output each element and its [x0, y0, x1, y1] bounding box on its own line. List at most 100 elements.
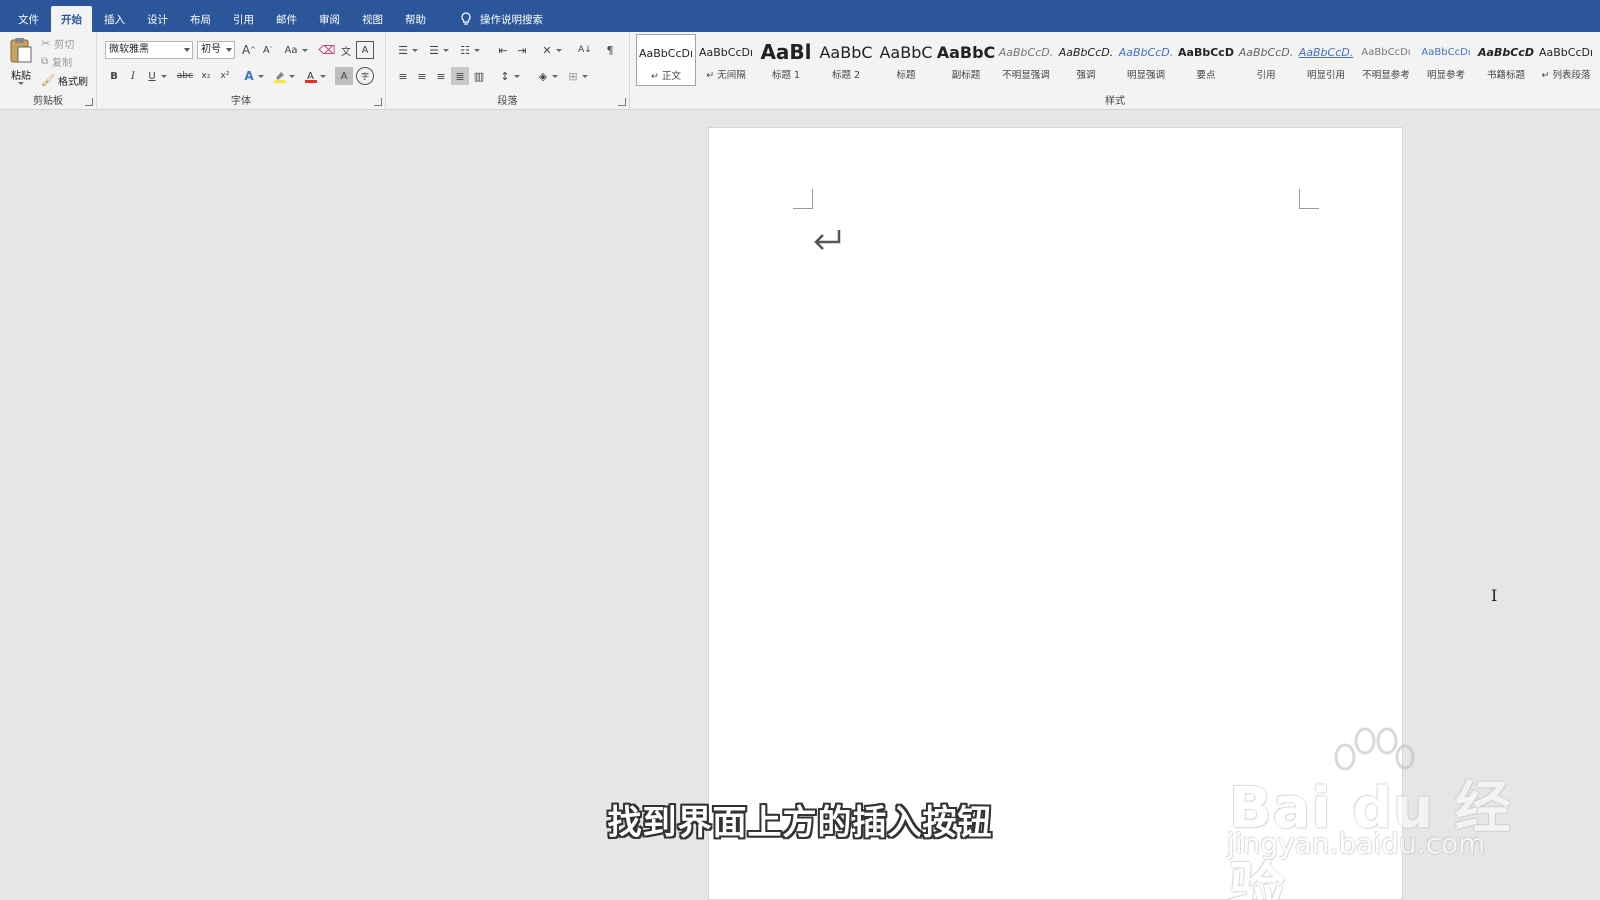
- format-painter-button[interactable]: 🖌 格式刷: [41, 73, 88, 88]
- tab-references[interactable]: 引用: [223, 6, 264, 32]
- phonetic-guide-button[interactable]: 文: [337, 41, 355, 59]
- cut-button[interactable]: ✂ 剪切: [41, 36, 74, 51]
- style-quote[interactable]: AaBbCcD. 引用: [1236, 34, 1296, 86]
- bullets-button[interactable]: ☰: [394, 41, 418, 59]
- tab-layout[interactable]: 布局: [180, 6, 221, 32]
- tab-insert[interactable]: 插入: [94, 6, 135, 32]
- style-preview: AaBbCcD.: [1238, 45, 1294, 59]
- font-group: 微软雅黑 初号 A ^ Aˇ Aa ⌫ 文 A B I U abc x₂ x² A…: [97, 32, 386, 110]
- bold-icon: B: [110, 70, 118, 82]
- distributed-button[interactable]: ▥: [470, 67, 488, 85]
- paragraph-launcher[interactable]: [618, 98, 626, 106]
- shrink-font-button[interactable]: Aˇ: [259, 41, 277, 59]
- style-preview: AaBbC: [879, 42, 933, 62]
- sort-button[interactable]: A↓: [576, 41, 594, 59]
- style-emphasis[interactable]: AaBbCcD. 强调: [1056, 34, 1116, 86]
- chinese-layout-button[interactable]: ✕: [538, 41, 562, 59]
- numbering-button[interactable]: ☰: [425, 41, 449, 59]
- style-subtitle[interactable]: AaBbC 副标题: [936, 34, 996, 86]
- paste-button[interactable]: 粘贴: [6, 36, 36, 86]
- style-name: ↵ 列表段落: [1541, 70, 1591, 81]
- ribbon: 粘贴 ✂ 剪切 ⧉ 复制 🖌 格式刷 剪贴板 微软雅黑 初号 A ^ Aˇ Aa …: [0, 32, 1600, 110]
- font-family-select[interactable]: 微软雅黑: [105, 41, 193, 59]
- style-intense-reference[interactable]: AaBbCcDı 明显参考: [1416, 34, 1476, 86]
- style-preview: AaBbCcDı: [1361, 46, 1411, 58]
- chevron-down-icon: [226, 48, 232, 52]
- bold-button[interactable]: B: [105, 67, 123, 85]
- change-case-button[interactable]: Aa: [280, 41, 308, 59]
- align-right-icon: ≡: [436, 69, 446, 83]
- style-title[interactable]: AaBbC 标题: [876, 34, 936, 86]
- shading-button[interactable]: ◈: [534, 67, 558, 85]
- align-center-button[interactable]: ≡: [413, 67, 431, 85]
- underline-icon: U: [148, 70, 156, 82]
- text-effects-icon: A: [244, 69, 254, 83]
- tab-review[interactable]: 审阅: [309, 6, 350, 32]
- style-preview: AaBbCcD: [1478, 45, 1534, 59]
- styles-gallery: AaBbCcDı ↵ 正文 AaBbCcDı ↵ 无间隔 AaBl 标题 1 A…: [636, 34, 1598, 92]
- justify-button[interactable]: ≣: [451, 67, 469, 85]
- tab-file[interactable]: 文件: [8, 6, 49, 32]
- borders-button[interactable]: ⊞: [564, 67, 588, 85]
- pilcrow-icon: ¶: [606, 43, 614, 57]
- style-name: 引用: [1256, 70, 1276, 81]
- style-preview: AaBbCcD.: [1058, 45, 1114, 59]
- paragraph-group-label: 段落: [497, 96, 518, 107]
- tab-help[interactable]: 帮助: [395, 6, 436, 32]
- style-name: 标题: [896, 70, 916, 81]
- grow-font-icon: A: [241, 43, 251, 57]
- style-no-spacing[interactable]: AaBbCcDı ↵ 无间隔: [696, 34, 756, 86]
- enclose-characters-icon: 字: [361, 71, 369, 81]
- align-center-icon: ≡: [417, 69, 427, 83]
- decrease-indent-button[interactable]: ⇤: [494, 41, 512, 59]
- style-subtle-emphasis[interactable]: AaBbCcD. 不明显强调: [996, 34, 1056, 86]
- style-strong[interactable]: AaBbCcD 要点: [1176, 34, 1236, 86]
- copy-button[interactable]: ⧉ 复制: [41, 54, 72, 69]
- superscript-button[interactable]: x²: [216, 67, 234, 85]
- style-subtle-reference[interactable]: AaBbCcDı 不明显参考: [1356, 34, 1416, 86]
- highlighter-icon: [274, 72, 286, 83]
- tab-design[interactable]: 设计: [137, 6, 178, 32]
- character-shading-button[interactable]: A: [335, 67, 353, 85]
- style-list-paragraph[interactable]: AaBbCcDı ↵ 列表段落: [1536, 34, 1596, 86]
- font-launcher[interactable]: [374, 98, 382, 106]
- font-color-button[interactable]: A: [302, 67, 326, 85]
- phonetic-icon: 文: [341, 46, 351, 58]
- line-spacing-button[interactable]: ↕: [496, 67, 520, 85]
- subscript-button[interactable]: x₂: [197, 67, 215, 85]
- strikethrough-button[interactable]: abc: [175, 67, 195, 85]
- show-hide-marks-button[interactable]: ¶: [601, 41, 619, 59]
- underline-button[interactable]: U: [143, 67, 167, 85]
- highlight-button[interactable]: [271, 67, 295, 85]
- copy-label: 复制: [52, 58, 73, 69]
- clipboard-launcher[interactable]: [85, 98, 93, 106]
- multilevel-list-button[interactable]: ☷: [456, 41, 480, 59]
- character-border-button[interactable]: A: [356, 41, 374, 59]
- style-normal[interactable]: AaBbCcDı ↵ 正文: [636, 34, 696, 86]
- style-heading-1[interactable]: AaBl 标题 1: [756, 34, 816, 86]
- italic-button[interactable]: I: [124, 67, 142, 85]
- eraser-icon: ⌫: [318, 43, 336, 57]
- align-left-button[interactable]: ≡: [394, 67, 412, 85]
- paint-bucket-icon: ◈: [538, 69, 548, 83]
- clear-formatting-button[interactable]: ⌫: [318, 41, 336, 59]
- font-size-select[interactable]: 初号: [197, 41, 235, 59]
- tell-me-search[interactable]: 操作说明搜索: [460, 6, 543, 32]
- style-book-title[interactable]: AaBbCcD 书籍标题: [1476, 34, 1536, 86]
- tab-view[interactable]: 视图: [352, 6, 393, 32]
- paste-label: 粘贴: [11, 71, 31, 82]
- tab-home[interactable]: 开始: [51, 6, 92, 32]
- grow-font-button[interactable]: A ^: [240, 41, 258, 59]
- align-right-button[interactable]: ≡: [432, 67, 450, 85]
- enclose-characters-button[interactable]: 字: [356, 67, 374, 85]
- style-heading-2[interactable]: AaBbC 标题 2: [816, 34, 876, 86]
- increase-indent-button[interactable]: ⇥: [513, 41, 531, 59]
- style-intense-emphasis[interactable]: AaBbCcD. 明显强调: [1116, 34, 1176, 86]
- change-case-icon: Aa: [284, 44, 298, 56]
- text-effects-button[interactable]: A: [240, 67, 264, 85]
- font-family-value: 微软雅黑: [109, 44, 149, 55]
- style-intense-quote[interactable]: AaBbCcD. 明显引用: [1296, 34, 1356, 86]
- style-preview: AaBbC: [937, 42, 995, 62]
- align-left-icon: ≡: [398, 69, 408, 83]
- tab-mailings[interactable]: 邮件: [266, 6, 307, 32]
